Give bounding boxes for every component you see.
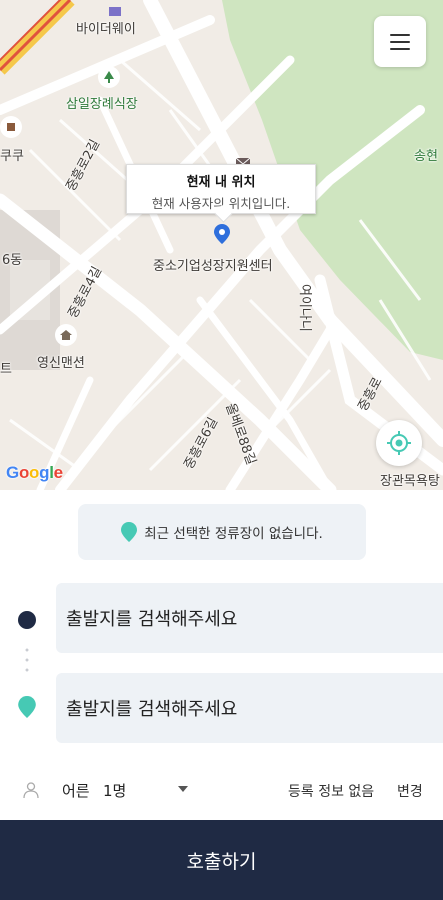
end-point-icon <box>18 696 36 718</box>
map-label-youngshin: 영신맨션 <box>37 356 85 371</box>
registration-status: 등록 정보 없음 <box>288 784 375 800</box>
current-location-tooltip: 현재 내 위치 현재 사용자의 위치입니다. <box>126 164 316 214</box>
home-icon[interactable] <box>55 324 77 346</box>
map-label-jangwan: 장관목욕탕 <box>380 474 440 489</box>
location-marker-icon[interactable] <box>214 224 230 248</box>
google-logo-letter: o <box>18 463 30 482</box>
teal-pin-icon <box>121 522 138 542</box>
map-label-bidaway: 바이더웨이 <box>76 22 136 37</box>
recent-stop-notice: 최근 선택한 정류장이 없습니다. <box>78 504 366 560</box>
google-logo-letter: o <box>29 463 40 482</box>
hamburger-icon-line <box>390 40 410 43</box>
departure-search-field[interactable]: 출발지를 검색해주세요 <box>56 583 443 653</box>
google-logo-letter: e <box>53 463 63 482</box>
destination-search-field[interactable]: 출발지를 검색해주세요 <box>56 673 443 743</box>
caret-down-icon[interactable] <box>178 786 188 792</box>
passenger-count[interactable]: 1명 <box>103 780 126 801</box>
funeral-hall-icon[interactable] <box>98 66 120 88</box>
google-logo-letter: g <box>39 463 50 482</box>
my-location-button[interactable] <box>376 420 422 466</box>
booking-panel: 최근 선택한 정류장이 없습니다. 출발지를 검색해주세요 출발지를 검색해주세… <box>0 490 443 900</box>
start-point-icon <box>18 611 36 629</box>
google-logo-letter: G <box>6 463 19 482</box>
passenger-type: 어른 <box>62 782 90 800</box>
map-label-songhyeon: 송현 <box>414 149 438 164</box>
menu-button[interactable] <box>374 16 426 67</box>
person-icon <box>23 782 39 799</box>
shop-icon[interactable] <box>0 116 22 138</box>
map-label-funeral: 삼일장례식장 <box>66 97 138 112</box>
map-label-t: 트 <box>0 362 12 377</box>
passenger-options: 어른 1명 등록 정보 없음 변경 <box>0 774 443 808</box>
route-connector <box>25 645 29 675</box>
call-button[interactable]: 호출하기 <box>0 820 443 900</box>
tooltip-subtitle: 현재 사용자의 위치입니다. <box>151 196 291 211</box>
map-view[interactable]: 바이더웨이 삼일장례식장 쿠쿠 송현 6동 영신맨션 트 중소기업성장지원센터 … <box>0 0 443 490</box>
map-label-kuku: 쿠쿠 <box>0 149 24 164</box>
hamburger-icon-line <box>390 47 410 50</box>
tooltip-title: 현재 내 위치 <box>186 175 256 190</box>
map-label-6dong: 6동 <box>2 253 23 268</box>
road-label-vertical: 여이나니 <box>297 284 312 332</box>
notice-text: 최근 선택한 정류장이 없습니다. <box>144 526 323 542</box>
crosshair-icon <box>387 431 411 455</box>
change-link[interactable]: 변경 <box>397 781 423 801</box>
google-logo: Google <box>6 463 63 483</box>
hamburger-icon-line <box>390 33 410 36</box>
map-label-jungso: 중소기업성장지원센터 <box>153 259 273 274</box>
